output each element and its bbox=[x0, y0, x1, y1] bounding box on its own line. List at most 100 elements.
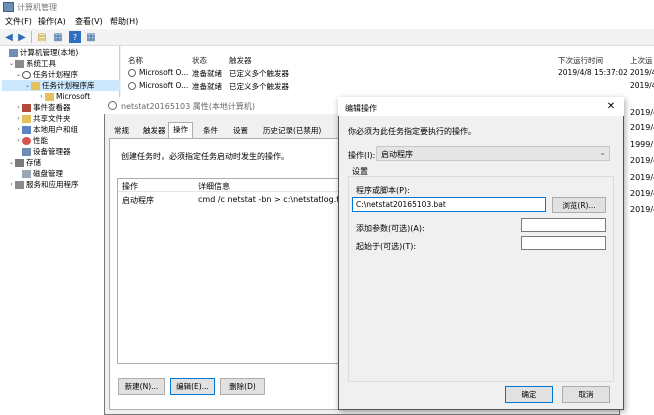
table-row[interactable]: 启动程序 cmd /c netstat -bn > c:\netstatlog.… bbox=[118, 193, 338, 206]
cell-last-run: 2019/4 bbox=[630, 189, 654, 198]
back-arrow-icon[interactable]: ◀ bbox=[3, 31, 15, 43]
cell-last-run: 2019/4 bbox=[630, 123, 654, 132]
tree-item-device-manager[interactable]: 设备管理器 bbox=[2, 146, 120, 157]
folder-icon bbox=[45, 92, 54, 101]
task-clock-icon bbox=[128, 69, 136, 77]
column-header-details[interactable]: 详细信息 bbox=[198, 181, 230, 192]
menu-view[interactable]: 查看(V) bbox=[75, 16, 103, 27]
tree-item-microsoft[interactable]: › Microsoft bbox=[2, 91, 120, 102]
expand-icon[interactable]: › bbox=[38, 93, 45, 100]
cell-last-run: 2019/4 bbox=[630, 68, 654, 77]
tree-item-task-scheduler[interactable]: ⌄ 任务计划程序 bbox=[2, 69, 120, 80]
tree-item-label: 设备管理器 bbox=[33, 147, 71, 156]
expand-icon[interactable]: › bbox=[15, 115, 22, 122]
storage-icon bbox=[15, 158, 24, 167]
cell-next-run: 2019/4/8 15:37:02 bbox=[558, 68, 628, 77]
delete-action-button[interactable]: 删除(D) bbox=[220, 378, 265, 395]
computer-icon bbox=[9, 48, 18, 57]
tab-settings[interactable]: 设置 bbox=[229, 124, 252, 138]
action-select-label: 操作(I): bbox=[348, 151, 376, 160]
tree-item-performance[interactable]: › 性能 bbox=[2, 135, 120, 146]
arguments-input[interactable] bbox=[521, 218, 606, 232]
device-manager-icon bbox=[22, 147, 31, 156]
cell-last-run: 2019/4 bbox=[630, 156, 654, 165]
edit-action-button[interactable]: 编辑(E)... bbox=[170, 378, 215, 395]
chevron-down-icon: ⌄ bbox=[599, 148, 606, 157]
tree-item-computer-management[interactable]: 计算机管理(本地) bbox=[2, 47, 120, 58]
clock-icon bbox=[22, 70, 31, 79]
cell-trigger: 已定义多个触发器 bbox=[229, 69, 289, 78]
tree-item-disk-management[interactable]: 磁盘管理 bbox=[2, 168, 120, 179]
menu-help[interactable]: 帮助(H) bbox=[110, 16, 138, 27]
properties-icon[interactable]: ▦ bbox=[85, 31, 97, 43]
tree-item-label: 任务计划程序库 bbox=[42, 81, 95, 90]
tree-item-storage[interactable]: ⌄ 存储 bbox=[2, 157, 120, 168]
help-icon[interactable]: ? bbox=[69, 31, 81, 43]
ok-button[interactable]: 确定 bbox=[505, 386, 553, 403]
start-in-input[interactable] bbox=[521, 236, 606, 250]
services-icon bbox=[15, 180, 24, 189]
disk-icon bbox=[22, 169, 31, 178]
tree-item-task-scheduler-library[interactable]: ⌄ 任务计划程序库 bbox=[2, 80, 120, 91]
tree-item-system-tools[interactable]: ⌄ 系统工具 bbox=[2, 58, 120, 69]
edit-action-titlebar bbox=[338, 97, 624, 116]
cell-name: Microsoft O... bbox=[139, 68, 189, 77]
tab-triggers[interactable]: 触发器 bbox=[139, 124, 170, 138]
cell-last-run: 1999/1 bbox=[630, 140, 654, 149]
close-icon[interactable]: ✕ bbox=[605, 101, 617, 113]
column-header-action[interactable]: 操作 bbox=[122, 181, 138, 192]
cancel-button[interactable]: 取消 bbox=[562, 386, 610, 403]
tree-item-shared-folders[interactable]: › 共享文件夹 bbox=[2, 113, 120, 124]
table-row[interactable]: Microsoft O... 准备就绪 已定义多个触发器 2019/4/8 15… bbox=[121, 67, 654, 80]
tab-general[interactable]: 常规 bbox=[110, 124, 133, 138]
tree-item-label: 任务计划程序 bbox=[33, 70, 78, 79]
action-select[interactable]: 启动程序 ⌄ bbox=[376, 146, 610, 161]
column-header-trigger[interactable]: 触发器 bbox=[229, 55, 252, 66]
tree-item-local-users[interactable]: › 本地用户和组 bbox=[2, 124, 120, 135]
collapse-icon[interactable]: ⌄ bbox=[15, 71, 22, 78]
expand-icon[interactable]: › bbox=[15, 137, 22, 144]
program-input[interactable]: C:\netstat20165103.bat bbox=[352, 197, 546, 212]
menu-action[interactable]: 操作(A) bbox=[38, 16, 66, 27]
task-clock-icon bbox=[108, 101, 117, 110]
tab-conditions[interactable]: 条件 bbox=[199, 124, 222, 138]
new-action-button[interactable]: 新建(N)... bbox=[118, 378, 165, 395]
tree-item-event-viewer[interactable]: › 事件查看器 bbox=[2, 102, 120, 113]
performance-icon bbox=[22, 136, 31, 145]
collapse-icon[interactable]: ⌄ bbox=[8, 60, 15, 67]
folder-icon bbox=[31, 81, 40, 90]
cell-details: cmd /c netstat -bn > c:\netstatlog.txt bbox=[198, 195, 338, 204]
collapse-icon[interactable]: ⌄ bbox=[8, 159, 15, 166]
column-header-name[interactable]: 名称 bbox=[128, 55, 143, 66]
tree-item-label: 本地用户和组 bbox=[33, 125, 78, 134]
forward-arrow-icon[interactable]: ▶ bbox=[16, 31, 28, 43]
tree-items: 计算机管理(本地) ⌄ 系统工具 ⌄ 任务计划程序 ⌄ 任务计划程序库 › Mi… bbox=[2, 47, 120, 190]
tree-item-label: 共享文件夹 bbox=[33, 114, 71, 123]
expand-icon[interactable]: › bbox=[15, 104, 22, 111]
column-header-status[interactable]: 状态 bbox=[192, 55, 207, 66]
cell-name: Microsoft O... bbox=[139, 81, 189, 90]
cell-action: 启动程序 bbox=[122, 196, 154, 205]
tree-item-label: 存储 bbox=[26, 158, 41, 167]
tab-history[interactable]: 历史记录(已禁用) bbox=[259, 124, 325, 138]
tree-item-services-apps[interactable]: › 服务和应用程序 bbox=[2, 179, 120, 190]
properties-title: netstat20165103 属性(本地计算机) bbox=[121, 102, 255, 111]
expand-icon[interactable]: › bbox=[15, 126, 22, 133]
expand-icon[interactable]: › bbox=[8, 181, 15, 188]
up-folder-icon[interactable]: ▤ bbox=[36, 31, 48, 43]
column-header-next-run[interactable]: 下次运行时间 bbox=[558, 55, 603, 66]
cell-last-run: 2019/4 bbox=[630, 205, 654, 214]
browse-button[interactable]: 浏览(R)... bbox=[552, 197, 606, 213]
cell-status: 准备就绪 bbox=[192, 69, 222, 78]
show-hide-tree-icon[interactable]: ▦ bbox=[52, 31, 64, 43]
arguments-label: 添加参数(可选)(A): bbox=[356, 224, 425, 233]
window-title: 计算机管理 bbox=[17, 3, 57, 12]
edit-action-title: 编辑操作 bbox=[345, 104, 377, 113]
table-row[interactable]: Microsoft O... 准备就绪 已定义多个触发器 2019/4 bbox=[121, 80, 654, 93]
column-header-last-run[interactable]: 上次运 bbox=[630, 55, 653, 66]
cell-last-run: 2019/4 bbox=[630, 108, 654, 117]
tab-actions[interactable]: 操作 bbox=[168, 122, 193, 139]
menu-file[interactable]: 文件(F) bbox=[5, 16, 32, 27]
tree-item-label: 服务和应用程序 bbox=[26, 180, 79, 189]
collapse-icon[interactable]: ⌄ bbox=[24, 82, 31, 89]
